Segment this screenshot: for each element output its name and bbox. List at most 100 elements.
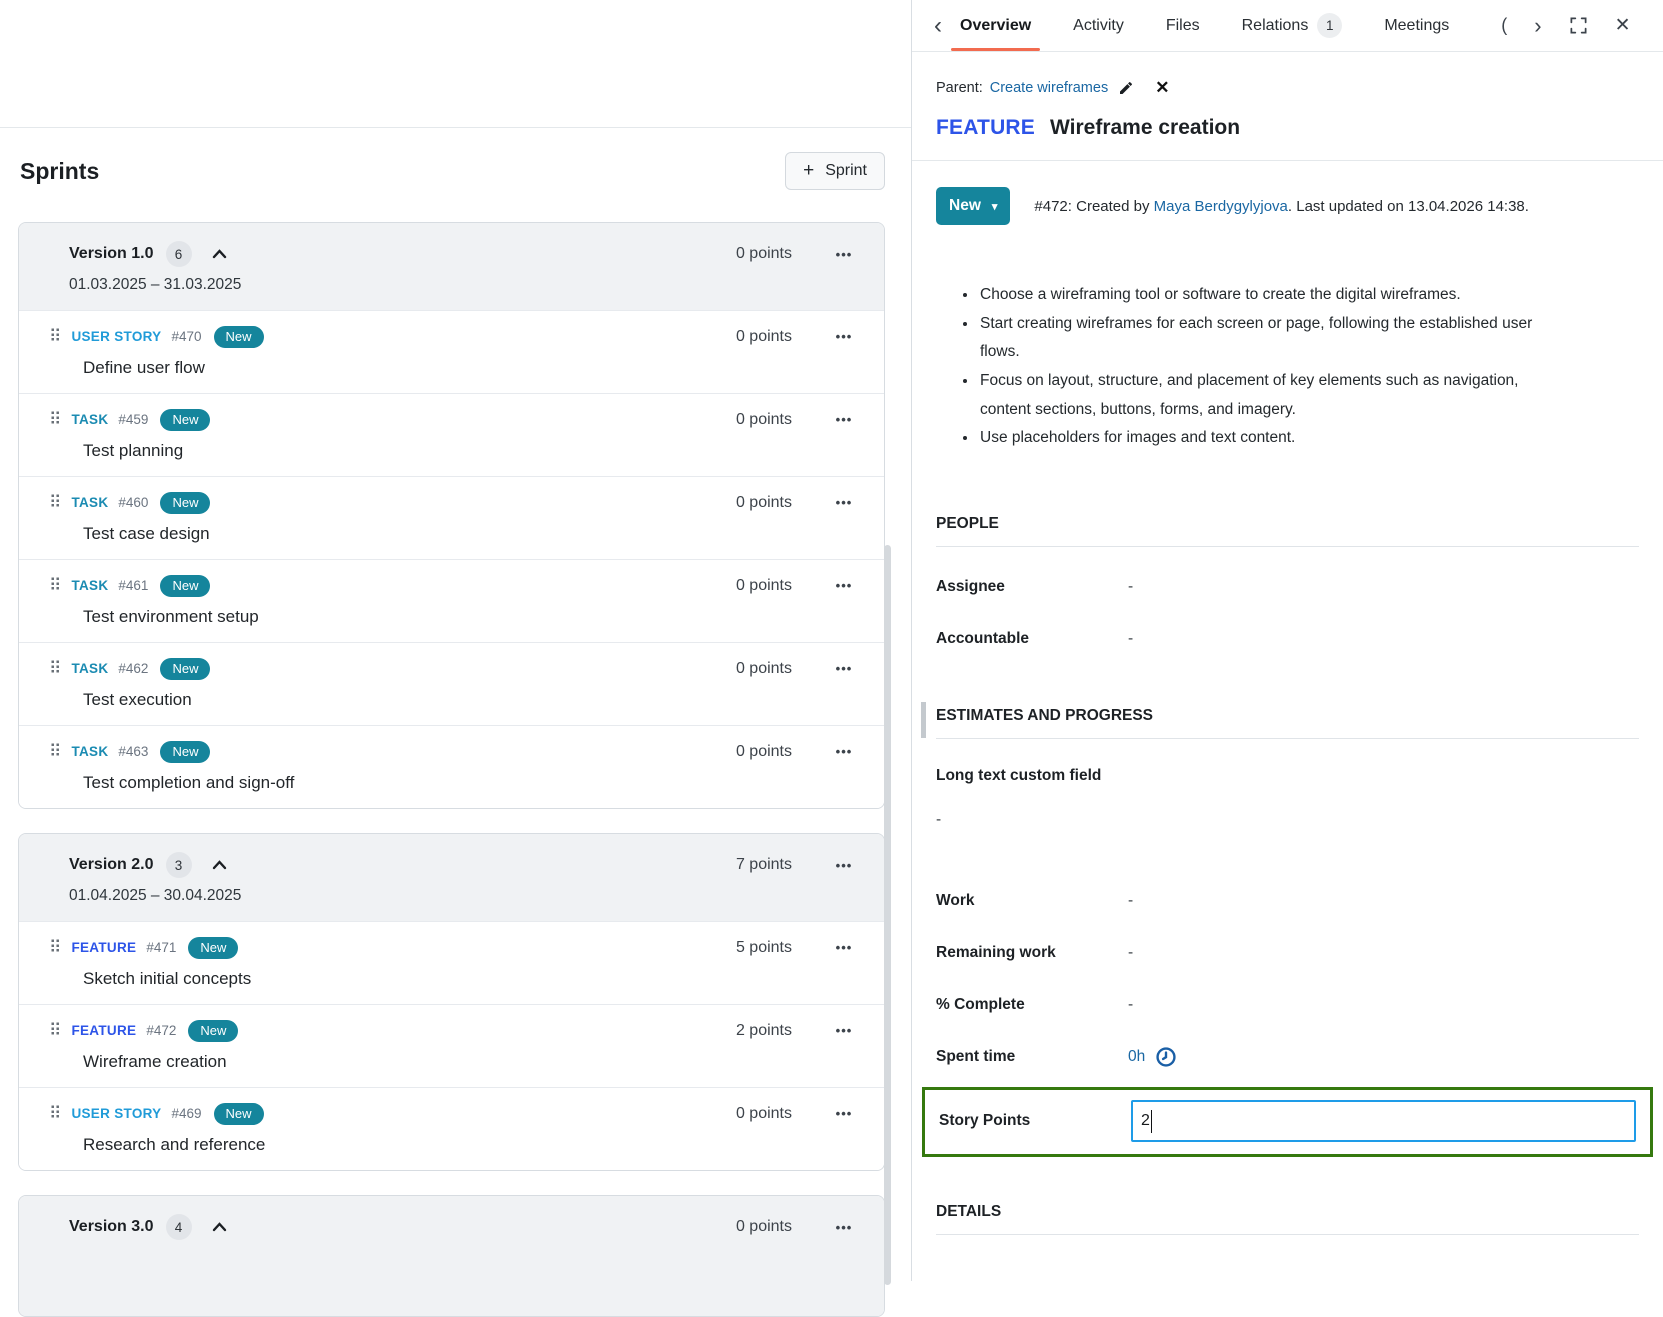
kebab-menu-icon[interactable]: •••: [826, 657, 862, 680]
work-package-type: TASK: [71, 744, 108, 759]
drag-handle-icon[interactable]: ⠿: [49, 941, 61, 955]
drag-handle-icon[interactable]: ⠿: [49, 745, 61, 759]
kebab-menu-icon[interactable]: •••: [826, 1216, 862, 1239]
header-icons: ( › ✕: [1501, 0, 1630, 51]
tab-label: Meetings: [1384, 17, 1449, 35]
kebab-menu-icon[interactable]: •••: [826, 243, 862, 266]
kebab-menu-icon[interactable]: •••: [826, 574, 862, 597]
chevron-left-icon[interactable]: ‹: [926, 16, 950, 36]
remove-parent-icon[interactable]: ✕: [1152, 78, 1172, 98]
bullet-item: Choose a wireframing tool or software to…: [978, 281, 1558, 310]
status-pill: New: [160, 658, 210, 680]
status-label: New: [949, 197, 981, 215]
edit-parent-pencil-icon[interactable]: [1115, 80, 1137, 96]
drag-handle-icon[interactable]: ⠿: [49, 1024, 61, 1038]
story-points-input[interactable]: 2: [1131, 1100, 1636, 1142]
work-package-type: TASK: [71, 661, 108, 676]
sprint-header: Version 3.0 4 0 points •••: [19, 1196, 884, 1316]
drag-handle-icon[interactable]: ⠿: [49, 413, 61, 427]
work-package-row[interactable]: ⠿ USER STORY #470 New 0 points ••• Defin…: [19, 310, 884, 393]
work-package-title[interactable]: Research and reference: [83, 1135, 862, 1155]
work-package-title[interactable]: Sketch initial concepts: [83, 969, 862, 989]
status-pill: New: [214, 326, 264, 348]
sprint-points: 0 points: [736, 1218, 792, 1236]
kebab-menu-icon[interactable]: •••: [826, 491, 862, 514]
detail-body: Parent: Create wireframes ✕ FEATUREWiref…: [912, 78, 1663, 1235]
tab-meetings[interactable]: Meetings: [1382, 0, 1451, 51]
tab-files[interactable]: Files: [1164, 0, 1202, 51]
work-package-row[interactable]: ⠿ FEATURE #471 New 5 points ••• Sketch i…: [19, 921, 884, 1004]
status-dropdown-button[interactable]: New ▾: [936, 187, 1010, 225]
next-work-package-icon[interactable]: ›: [1534, 17, 1541, 35]
field-row: Work -: [936, 889, 1639, 913]
work-package-row[interactable]: ⠿ TASK #463 New 0 points ••• Test comple…: [19, 725, 884, 808]
chevron-up-icon[interactable]: [208, 1220, 231, 1234]
field-value[interactable]: -: [1128, 630, 1133, 648]
work-package-type: FEATURE: [71, 1023, 136, 1038]
description-bullets: Choose a wireframing tool or software to…: [950, 281, 1558, 453]
drag-handle-icon[interactable]: ⠿: [49, 1107, 61, 1121]
kebab-menu-icon[interactable]: •••: [826, 325, 862, 348]
work-package-points: 2 points: [736, 1022, 792, 1040]
parent-link[interactable]: Create wireframes: [990, 80, 1108, 96]
work-package-title[interactable]: Test environment setup: [83, 607, 862, 627]
kebab-menu-icon[interactable]: •••: [826, 740, 862, 763]
drag-handle-icon[interactable]: ⠿: [49, 579, 61, 593]
fullscreen-icon[interactable]: [1569, 16, 1588, 35]
field-value[interactable]: -: [1128, 892, 1133, 910]
work-package-type: USER STORY: [71, 329, 161, 344]
work-package-row[interactable]: ⠿ TASK #460 New 0 points ••• Test case d…: [19, 476, 884, 559]
story-points-value: 2: [1141, 1112, 1150, 1130]
kebab-menu-icon[interactable]: •••: [826, 936, 862, 959]
field-value[interactable]: -: [1128, 944, 1133, 962]
work-package-row[interactable]: ⠿ TASK #459 New 0 points ••• Test planni…: [19, 393, 884, 476]
page-title: Sprints: [20, 158, 99, 185]
scrollbar-thumb[interactable]: [884, 545, 891, 1285]
kebab-menu-icon[interactable]: •••: [826, 854, 862, 877]
tab-overview[interactable]: Overview: [958, 0, 1033, 51]
clock-icon[interactable]: [1155, 1046, 1177, 1068]
work-package-title[interactable]: Test planning: [83, 441, 862, 461]
status-pill: New: [188, 1020, 238, 1042]
long-text-field-label: Long text custom field: [936, 767, 1639, 785]
chevron-up-icon[interactable]: [208, 858, 231, 872]
field-value[interactable]: -: [1128, 996, 1133, 1014]
app-window: Sprints + Sprint Version 1.0 6 0 points …: [0, 0, 1663, 1281]
drag-handle-icon[interactable]: ⠿: [49, 330, 61, 344]
tab-activity[interactable]: Activity: [1071, 0, 1126, 51]
estimates-fields: Work - Remaining work - % Complete -: [936, 889, 1639, 1017]
work-package-type: TASK: [71, 412, 108, 427]
work-package-row[interactable]: ⠿ USER STORY #469 New 0 points ••• Resea…: [19, 1087, 884, 1170]
work-package-title[interactable]: Test execution: [83, 690, 862, 710]
bullet-item: Start creating wireframes for each scree…: [978, 310, 1558, 367]
kebab-menu-icon[interactable]: •••: [826, 1102, 862, 1125]
work-package-type[interactable]: FEATURE: [936, 116, 1035, 139]
field-value[interactable]: -: [1128, 578, 1133, 596]
work-package-title[interactable]: Test case design: [83, 524, 862, 544]
add-sprint-label: Sprint: [825, 162, 867, 180]
kebab-menu-icon[interactable]: •••: [826, 1019, 862, 1042]
kebab-menu-icon[interactable]: •••: [826, 408, 862, 431]
tab-relations[interactable]: Relations 1: [1240, 0, 1345, 51]
work-package-title[interactable]: Define user flow: [83, 358, 862, 378]
work-package-title[interactable]: Test completion and sign-off: [83, 773, 862, 793]
work-package-id: #459: [118, 412, 148, 427]
add-sprint-button[interactable]: + Sprint: [785, 152, 885, 190]
work-package-row[interactable]: ⠿ TASK #462 New 0 points ••• Test execut…: [19, 642, 884, 725]
close-icon[interactable]: ✕: [1615, 14, 1631, 37]
spent-time-link[interactable]: 0h: [1128, 1048, 1145, 1066]
long-text-field-value[interactable]: -: [936, 811, 1639, 829]
author-link[interactable]: Maya Berdygylyjova: [1154, 198, 1288, 215]
work-package-points: 5 points: [736, 939, 792, 957]
work-package-title[interactable]: Wireframe creation: [1050, 116, 1240, 139]
work-package-row[interactable]: ⠿ TASK #461 New 0 points ••• Test enviro…: [19, 559, 884, 642]
work-package-title[interactable]: Wireframe creation: [83, 1052, 862, 1072]
drag-handle-icon[interactable]: ⠿: [49, 662, 61, 676]
chevron-up-icon[interactable]: [208, 247, 231, 261]
previous-work-package-icon[interactable]: (: [1501, 15, 1507, 36]
status-pill: New: [214, 1103, 264, 1125]
details-heading: DETAILS: [936, 1203, 1639, 1235]
work-package-type: TASK: [71, 495, 108, 510]
work-package-row[interactable]: ⠿ FEATURE #472 New 2 points ••• Wirefram…: [19, 1004, 884, 1087]
drag-handle-icon[interactable]: ⠿: [49, 496, 61, 510]
